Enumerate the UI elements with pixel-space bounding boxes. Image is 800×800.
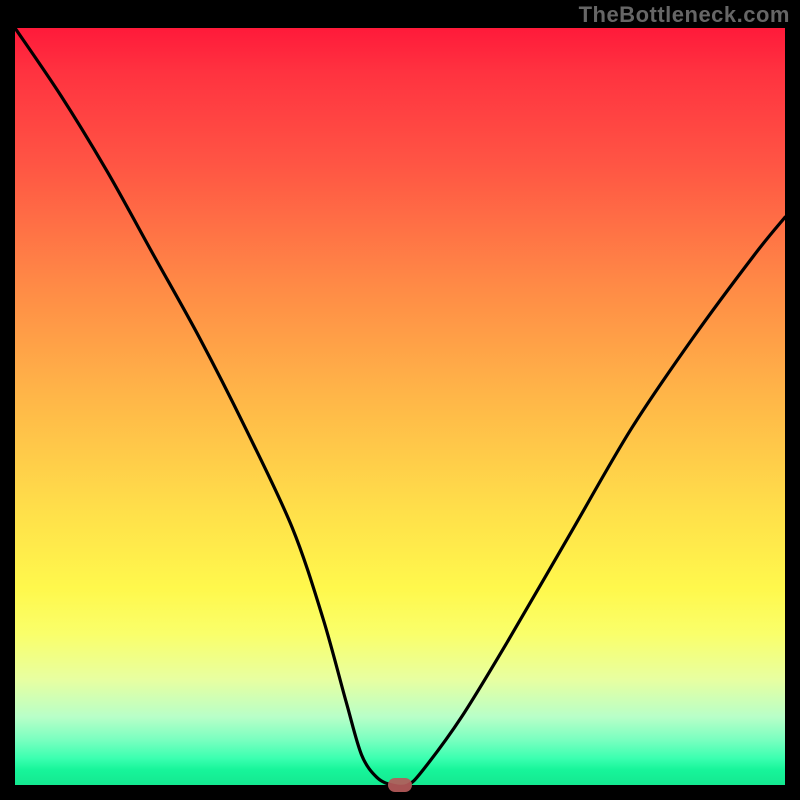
optimal-point-marker xyxy=(388,778,412,792)
bottleneck-curve xyxy=(15,28,785,785)
chart-container: TheBottleneck.com xyxy=(0,0,800,800)
plot-area xyxy=(15,28,785,785)
watermark-text: TheBottleneck.com xyxy=(579,2,790,28)
